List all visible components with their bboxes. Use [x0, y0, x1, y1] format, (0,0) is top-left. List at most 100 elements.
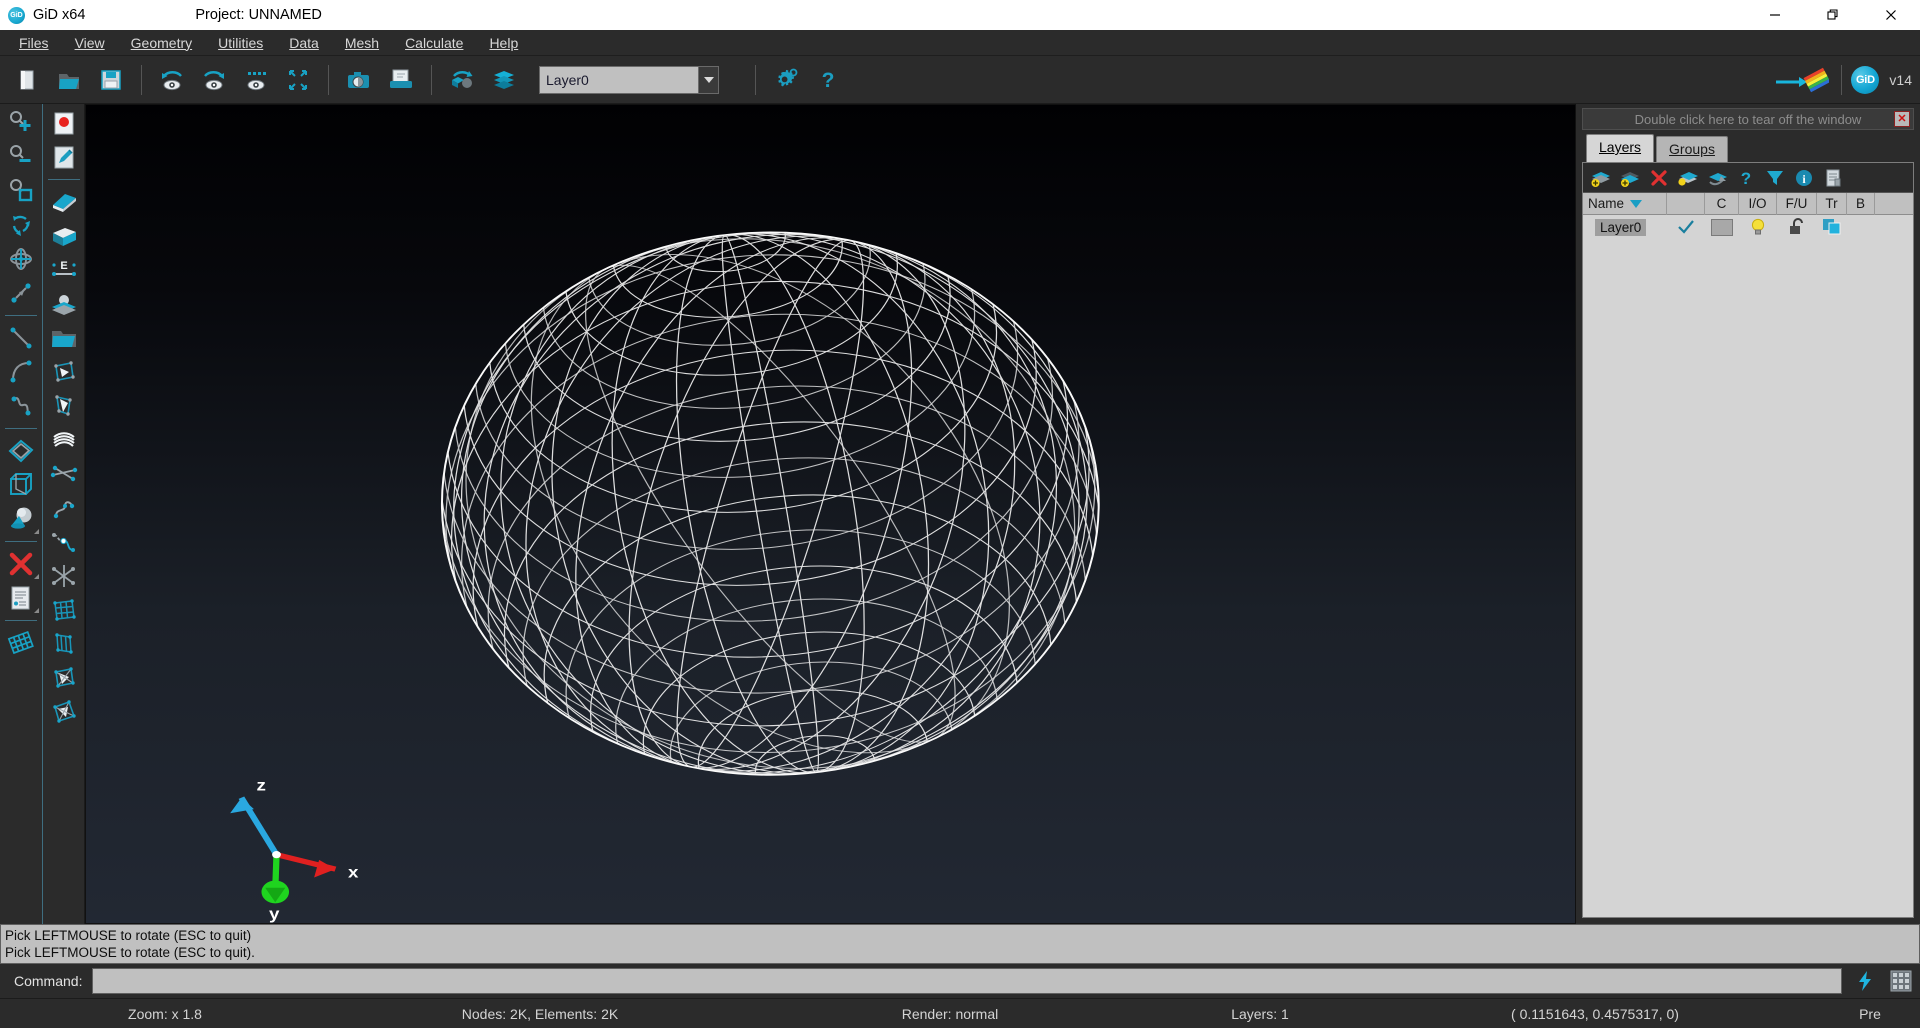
- create-nurbs-curve-icon[interactable]: [1, 389, 41, 423]
- layer-visible-checkmark-icon[interactable]: [1667, 215, 1705, 239]
- undo-view-icon[interactable]: [152, 60, 192, 100]
- axis-triad: z x y: [230, 776, 359, 922]
- tab-layers[interactable]: Layers: [1586, 134, 1655, 162]
- rotate-trackball-icon[interactable]: [1, 242, 41, 276]
- chevron-down-icon[interactable]: [698, 66, 718, 93]
- close-button[interactable]: [1862, 0, 1920, 30]
- open-project-icon[interactable]: [49, 60, 89, 100]
- graphics-viewport[interactable]: z x y: [85, 104, 1576, 924]
- question-help-icon[interactable]: ?: [808, 60, 848, 100]
- left-tool-sidebar: E: [0, 104, 85, 924]
- menu-geometry[interactable]: Geometry: [118, 32, 205, 54]
- create-arc-icon[interactable]: [1, 355, 41, 389]
- gear-settings-icon[interactable]: [766, 60, 806, 100]
- menu-data[interactable]: Data: [276, 32, 332, 54]
- volume-box-icon[interactable]: [44, 219, 84, 253]
- grid-snap-icon[interactable]: [1886, 968, 1916, 994]
- menu-mesh[interactable]: Mesh: [332, 32, 392, 54]
- rotate-object-icon[interactable]: [442, 60, 482, 100]
- window-controls: [1746, 0, 1920, 30]
- mesh-volume-icon[interactable]: [44, 661, 84, 695]
- structured-mesh-icon[interactable]: [44, 593, 84, 627]
- zoom-window-icon[interactable]: [1, 174, 41, 208]
- more-options-indicator: [34, 574, 39, 579]
- unstructured-mesh-icon[interactable]: [44, 627, 84, 661]
- mesh-criteria-icon[interactable]: [44, 695, 84, 729]
- layer-info-icon[interactable]: i: [1789, 165, 1818, 191]
- menu-files[interactable]: Files: [6, 32, 62, 54]
- menu-geometry-label: Geometry: [130, 34, 193, 51]
- join-lines-icon[interactable]: [44, 559, 84, 593]
- layer-color-swatch[interactable]: [1705, 215, 1739, 239]
- column-header-fu[interactable]: F/U: [1777, 192, 1817, 215]
- mesh-quality-icon[interactable]: [1, 626, 41, 660]
- column-header-b[interactable]: B: [1847, 192, 1875, 215]
- print-to-image-icon[interactable]: [339, 60, 379, 100]
- redo-view-icon[interactable]: [194, 60, 234, 100]
- command-row-icons: [1842, 968, 1916, 994]
- scale-element-icon[interactable]: [44, 389, 84, 423]
- panel-close-icon[interactable]: ✕: [1894, 111, 1910, 127]
- send-to-layer-icon[interactable]: [1673, 165, 1702, 191]
- render-view-icon[interactable]: [236, 60, 276, 100]
- minimize-button[interactable]: [1746, 0, 1804, 30]
- layer-b-cell[interactable]: [1847, 215, 1875, 239]
- layer-report-icon[interactable]: [1818, 165, 1847, 191]
- new-project-icon[interactable]: [7, 60, 47, 100]
- svg-text:E: E: [60, 260, 67, 272]
- rotate-recycle-icon[interactable]: [1, 208, 41, 242]
- command-input[interactable]: [92, 968, 1842, 994]
- print-icon[interactable]: [381, 60, 421, 100]
- sweep-surface-icon[interactable]: [44, 423, 84, 457]
- active-layer-combo[interactable]: Layer0: [539, 65, 719, 94]
- delete-icon[interactable]: [1, 547, 41, 581]
- column-header-c[interactable]: C: [1705, 192, 1739, 215]
- unlocked-padlock-icon[interactable]: [1777, 215, 1817, 239]
- new-layer-icon[interactable]: [1586, 165, 1615, 191]
- list-entities-icon[interactable]: [1, 581, 41, 615]
- menu-view[interactable]: View: [62, 32, 118, 54]
- maximize-restore-button[interactable]: [1804, 0, 1862, 30]
- zoom-in-icon[interactable]: [1, 106, 41, 140]
- rotate-element-icon[interactable]: [44, 355, 84, 389]
- filter-layers-icon[interactable]: [1760, 165, 1789, 191]
- surface-nurbs-icon[interactable]: [44, 185, 84, 219]
- zoom-frame-icon[interactable]: [278, 60, 318, 100]
- layer-name-cell[interactable]: Layer0: [1583, 215, 1667, 239]
- arrow-colorbar-icon[interactable]: [1771, 60, 1831, 100]
- message-line-2: Pick LEFTMOUSE to rotate (ESC to quit).: [5, 945, 255, 960]
- mesh-surface-icon[interactable]: [44, 287, 84, 321]
- column-header-name[interactable]: Name: [1583, 192, 1667, 215]
- create-object-icon[interactable]: [1, 502, 41, 536]
- table-row[interactable]: Layer0: [1583, 215, 1913, 239]
- menu-help[interactable]: Help: [476, 32, 531, 54]
- zoom-out-icon[interactable]: [1, 140, 41, 174]
- layer-help-icon[interactable]: ?: [1731, 165, 1760, 191]
- create-surface-icon[interactable]: [1, 434, 41, 468]
- point-create-icon[interactable]: [44, 106, 84, 140]
- pan-arrows-icon[interactable]: [1, 276, 41, 310]
- intersect-lines-icon[interactable]: [44, 457, 84, 491]
- tab-groups[interactable]: Groups: [1656, 136, 1728, 162]
- transparency-squares-icon[interactable]: [1817, 215, 1847, 239]
- split-curve-icon[interactable]: [44, 525, 84, 559]
- lightning-bolt-icon[interactable]: [1850, 968, 1880, 994]
- lightbulb-on-icon[interactable]: [1739, 215, 1777, 239]
- delete-layer-icon[interactable]: [1644, 165, 1673, 191]
- menu-utilities[interactable]: Utilities: [205, 32, 276, 54]
- create-line-icon[interactable]: [1, 321, 41, 355]
- layer-properties-icon[interactable]: [1702, 165, 1731, 191]
- nurbs-line-icon[interactable]: [44, 491, 84, 525]
- open-layer-icon[interactable]: [44, 321, 84, 355]
- column-header-io[interactable]: I/O: [1739, 192, 1777, 215]
- menu-calculate[interactable]: Calculate: [392, 32, 476, 54]
- contact-entity-icon[interactable]: E: [44, 253, 84, 287]
- column-header-tr[interactable]: Tr: [1817, 192, 1847, 215]
- panel-tearoff-bar[interactable]: Double click here to tear off the window…: [1582, 108, 1914, 130]
- save-project-icon[interactable]: [91, 60, 131, 100]
- new-layer-alt-icon[interactable]: [1615, 165, 1644, 191]
- create-volume-icon[interactable]: [1, 468, 41, 502]
- layers-icon[interactable]: [484, 60, 524, 100]
- sort-descending-icon[interactable]: [1629, 199, 1643, 209]
- edit-point-icon[interactable]: [44, 140, 84, 174]
